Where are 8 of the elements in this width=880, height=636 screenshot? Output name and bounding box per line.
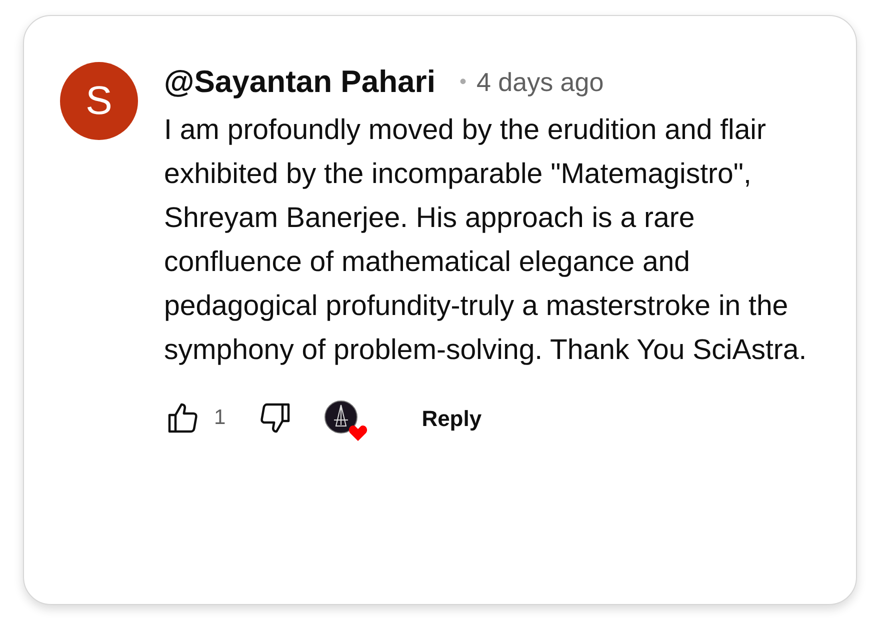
like-count: 1 [214,405,226,432]
creator-avatar [324,400,358,434]
user-avatar[interactable]: S [60,62,138,140]
comment-text: I am profoundly moved by the erudition and flair exhibited by the incomparable "Matemagistro", Shreyam Banerjee. His approach is a rare confluence of mathematical elegance and pedagogical profundity-truly a masterstroke in the symphony of problem-solving. Thank You SciAstra. [164,113,808,368]
separator-dot: • [459,70,466,95]
reply-button[interactable]: Reply [416,398,488,438]
comment-time[interactable]: 4 days ago [476,62,604,102]
author-name[interactable]: @Sayantan Pahari [164,62,436,102]
